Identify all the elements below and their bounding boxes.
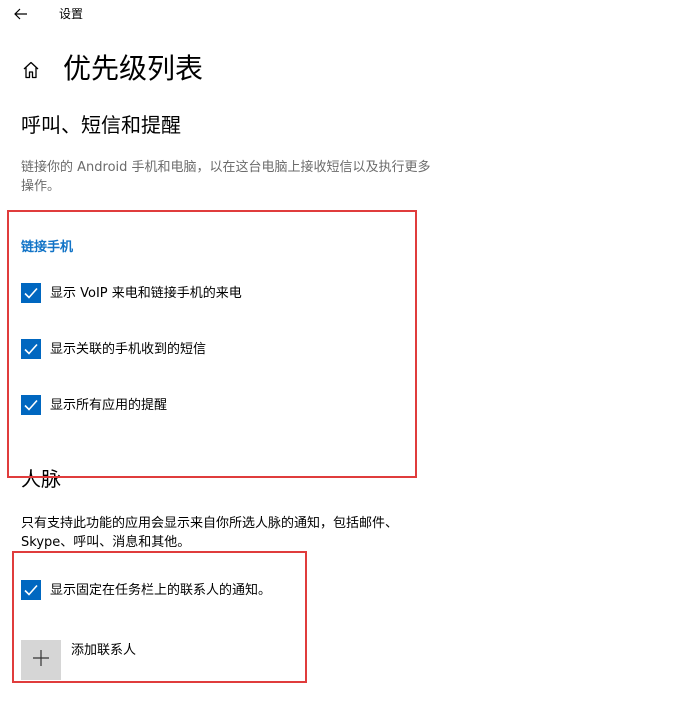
checkbox-label: 显示所有应用的提醒 [50, 397, 168, 413]
show-pinned-contacts-checkbox[interactable]: 显示固定在任务栏上的联系人的通知。 [21, 580, 271, 600]
back-button[interactable] [8, 2, 34, 26]
people-description-line2: Skype、呼叫、消息和其他。 [21, 535, 191, 550]
linked-phone-link[interactable]: 链接手机 [21, 238, 73, 257]
page-title: 优先级列表 [63, 52, 204, 85]
checkmark-icon [21, 395, 41, 415]
calls-description-line2: 操作。 [21, 179, 61, 194]
checkmark-icon [21, 283, 41, 303]
section-title-calls: 呼叫、短信和提醒 [21, 113, 181, 137]
checkmark-icon [21, 580, 41, 600]
plus-icon [32, 649, 50, 671]
section-title-people: 人脉 [21, 467, 61, 491]
show-voip-calls-checkbox[interactable]: 显示 VoIP 来电和链接手机的来电 [21, 283, 242, 303]
show-linked-phone-sms-checkbox[interactable]: 显示关联的手机收到的短信 [21, 339, 206, 359]
calls-description-line1: 链接你的 Android 手机和电脑，以在这台电脑上接收短信以及执行更多 [21, 160, 431, 175]
people-description-line1: 只有支持此功能的应用会显示来自你所选人脉的通知，包括邮件、 [21, 516, 399, 531]
add-contact-label[interactable]: 添加联系人 [71, 641, 136, 660]
checkmark-icon [21, 339, 41, 359]
app-title: 设置 [59, 7, 84, 21]
show-all-app-reminders-checkbox[interactable]: 显示所有应用的提醒 [21, 395, 167, 415]
arrow-left-icon [14, 5, 28, 24]
checkbox-label: 显示关联的手机收到的短信 [50, 341, 207, 357]
checkbox-label: 显示 VoIP 来电和链接手机的来电 [50, 285, 242, 301]
add-contact-button[interactable] [21, 640, 61, 680]
home-icon[interactable] [20, 59, 42, 81]
checkbox-label: 显示固定在任务栏上的联系人的通知。 [50, 582, 272, 598]
